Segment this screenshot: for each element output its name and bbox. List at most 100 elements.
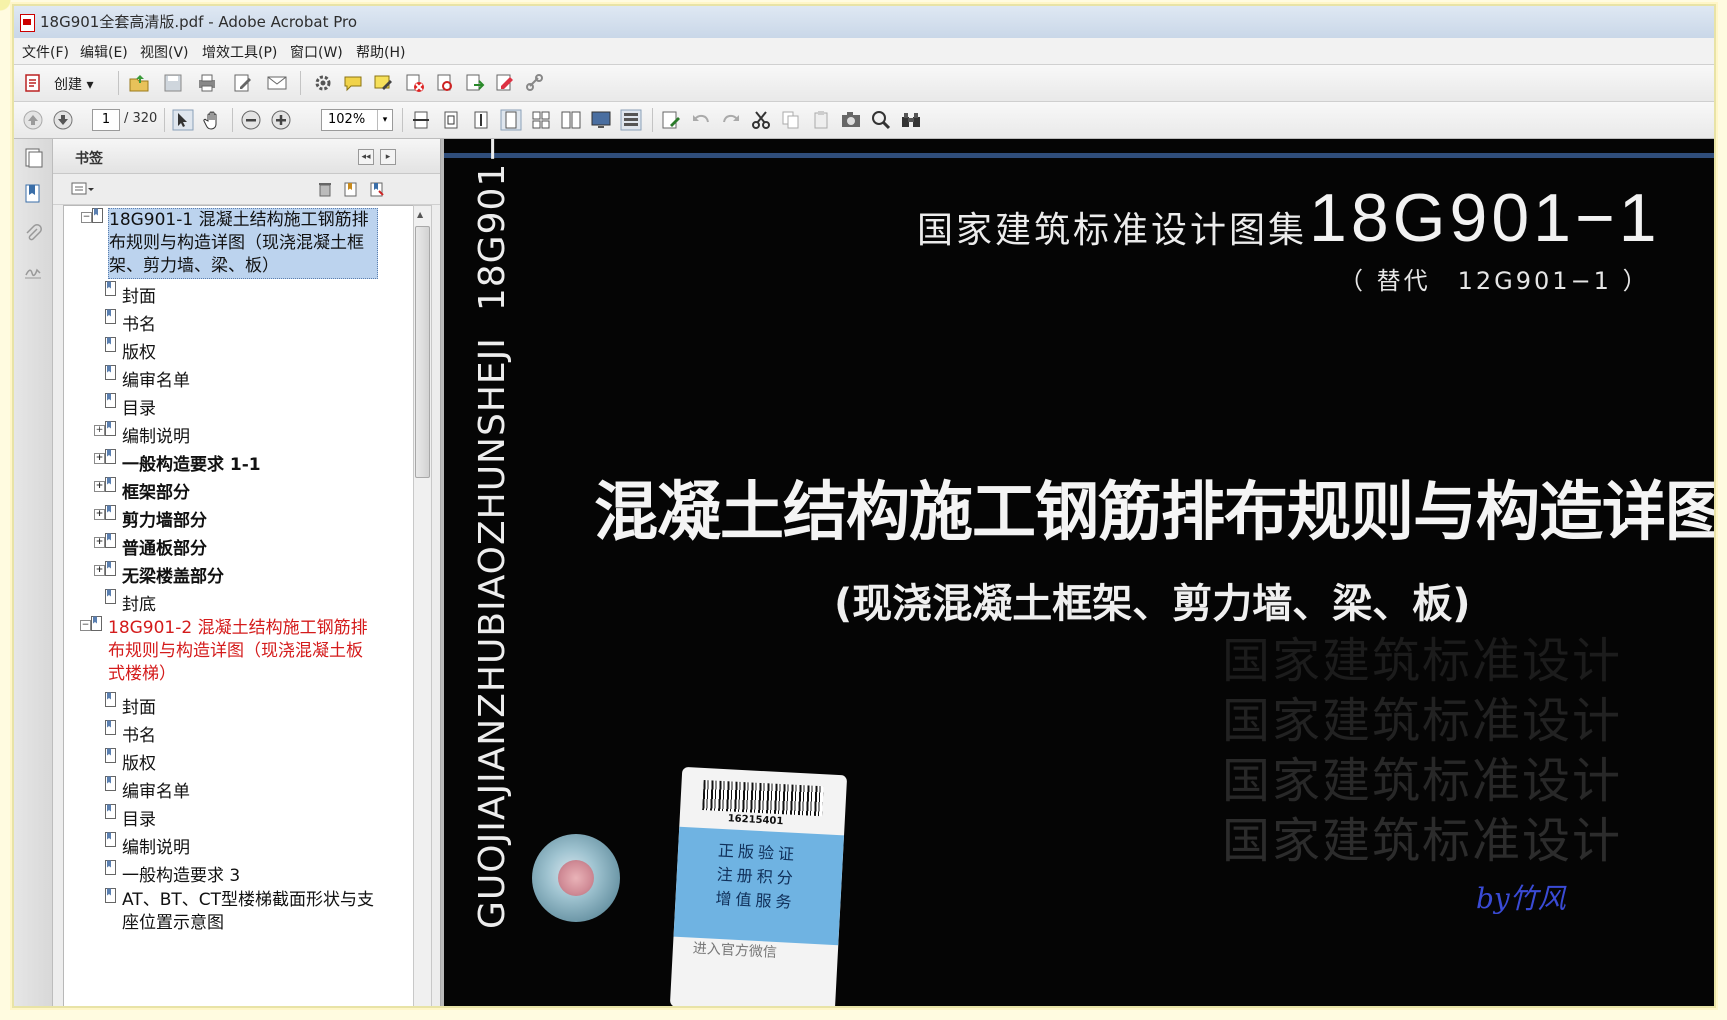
select-tool-button[interactable] <box>172 109 194 131</box>
menu-window[interactable]: 窗口(W) <box>290 42 343 62</box>
bookmark-icon <box>105 692 116 707</box>
previous-page-button[interactable] <box>22 109 44 131</box>
document-viewport[interactable]: 国家建筑标准设计图集 18G901−1 （ 替代 12G901−1 ） GUOJ… <box>441 139 1714 1006</box>
hand-tool-button[interactable] <box>202 109 224 131</box>
authenticity-sticker: 16215401 正版验证 注册积分 增值服务 进入官方微信 <box>669 766 848 1006</box>
bookmarks-scrollbar[interactable]: ▲ <box>413 205 432 1006</box>
bookmark-item[interactable]: 版权 <box>105 748 156 774</box>
menu-plugins[interactable]: 增效工具(P) <box>202 42 277 62</box>
advanced-search-button[interactable] <box>900 109 922 131</box>
fit-page-button[interactable] <box>440 109 462 131</box>
bookmark-icon <box>105 860 116 875</box>
bookmark-item[interactable]: AT、BT、CT型楼梯截面形状与支座位置示意图 <box>105 888 382 935</box>
bookmark-item[interactable]: 封面 <box>105 281 156 307</box>
delete-pages-button[interactable] <box>404 72 426 94</box>
bookmark-item[interactable]: + 框架部分 <box>94 477 190 503</box>
bookmark-item[interactable]: 目录 <box>105 804 156 830</box>
main-toolbar: 创建 ▾ <box>14 65 1714 102</box>
redo-button[interactable] <box>720 109 742 131</box>
open-folder-button[interactable] <box>128 72 150 94</box>
print-button[interactable] <box>196 72 218 94</box>
bookmark-item[interactable]: − 18G901-2 混凝土结构施工钢筋排布规则与构造详图（现浇混凝土板式楼梯） <box>80 616 376 686</box>
reading-mode-button[interactable] <box>620 109 642 131</box>
menu-view[interactable]: 视图(V) <box>140 42 189 62</box>
bookmark-item[interactable]: + 编制说明 <box>94 421 190 447</box>
two-page-button[interactable] <box>560 109 582 131</box>
cut-button[interactable] <box>750 109 772 131</box>
snapshot-button[interactable] <box>840 109 862 131</box>
trash-icon[interactable] <box>317 181 333 197</box>
toolbar-separator <box>118 71 119 95</box>
menu-file[interactable]: 文件(F) <box>22 42 69 62</box>
bookmarks-icon[interactable] <box>23 183 43 205</box>
bookmark-item[interactable]: + 剪力墙部分 <box>94 505 207 531</box>
expand-toggle[interactable]: + <box>94 453 105 464</box>
next-page-button[interactable] <box>52 109 74 131</box>
collapse-toggle[interactable]: − <box>80 620 91 631</box>
scrollbar-thumb[interactable] <box>415 226 430 478</box>
bookmark-item[interactable]: 编制说明 <box>105 832 190 858</box>
page-thumbnails-icon[interactable] <box>23 147 43 169</box>
undo-button[interactable] <box>690 109 712 131</box>
bookmark-icon <box>105 393 116 408</box>
export-button[interactable] <box>464 72 486 94</box>
bookmark-item[interactable]: 目录 <box>105 393 156 419</box>
hand-icon <box>203 111 217 130</box>
single-page-button[interactable] <box>500 109 522 131</box>
bookmark-item[interactable]: 封面 <box>105 692 156 718</box>
options-menu-icon[interactable] <box>71 181 95 197</box>
scroll-up-icon[interactable]: ▲ <box>417 210 423 219</box>
expand-toggle[interactable]: + <box>94 509 105 520</box>
bookmark-label: 版权 <box>122 754 156 774</box>
watermark-line: 国家建筑标准设计 <box>1222 813 1623 869</box>
navigation-toolbar: 1 / 320 102% ▾ <box>14 102 1714 219</box>
highlight-button[interactable] <box>372 72 394 94</box>
find-button[interactable] <box>870 109 892 131</box>
email-button[interactable] <box>266 72 288 94</box>
bookmark-item[interactable]: 封底 <box>105 589 156 615</box>
fit-visible-button[interactable] <box>470 109 492 131</box>
signatures-icon[interactable] <box>23 259 43 281</box>
bookmark-item[interactable]: 书名 <box>105 720 156 746</box>
fit-width-button[interactable] <box>410 109 432 131</box>
sign-button[interactable] <box>494 72 516 94</box>
zoom-out-button[interactable] <box>240 109 262 131</box>
attachments-icon[interactable] <box>23 223 43 245</box>
collapse-toggle[interactable]: − <box>81 212 92 223</box>
page-number-input[interactable]: 1 <box>92 109 120 131</box>
bookmark-item[interactable]: 书名 <box>105 309 156 335</box>
bookmark-item[interactable]: + 无梁楼盖部分 <box>94 561 224 587</box>
link-button[interactable] <box>524 72 546 94</box>
page-properties-button[interactable] <box>434 72 456 94</box>
paste-button[interactable] <box>810 109 832 131</box>
bookmark-item[interactable]: 一般构造要求 3 <box>105 860 240 886</box>
collapse-panel-button[interactable]: ◂◂ <box>358 149 374 165</box>
zoom-in-button[interactable] <box>270 109 292 131</box>
bookmark-item[interactable]: 版权 <box>105 337 156 363</box>
expand-panel-button[interactable]: ▸ <box>380 149 396 165</box>
save-button[interactable] <box>162 72 184 94</box>
continuous-button[interactable] <box>530 109 552 131</box>
expand-toggle[interactable]: + <box>94 481 105 492</box>
text-edit-button[interactable] <box>660 109 682 131</box>
copy-button[interactable] <box>780 109 802 131</box>
bookmark-item[interactable]: + 一般构造要求 1-1 <box>94 449 261 475</box>
edit-document-button[interactable] <box>232 72 254 94</box>
zoom-select[interactable]: 102% ▾ <box>321 109 393 131</box>
chevron-down-icon[interactable]: ▾ <box>377 110 392 130</box>
bookmark-label: 封面 <box>122 698 156 718</box>
settings-button[interactable] <box>312 72 334 94</box>
bookmark-options-icon[interactable] <box>369 181 385 197</box>
expand-toggle[interactable]: + <box>94 425 105 436</box>
bookmark-item[interactable]: 编审名单 <box>105 776 190 802</box>
bookmark-item[interactable]: 编审名单 <box>105 365 190 391</box>
full-screen-button[interactable] <box>590 109 612 131</box>
bookmark-item[interactable]: + 普通板部分 <box>94 533 207 559</box>
menu-help[interactable]: 帮助(H) <box>356 42 405 62</box>
bookmark-item[interactable]: − 18G901-1 混凝土结构施工钢筋排布规则与构造详图（现浇混凝土框架、剪力… <box>81 208 378 279</box>
comment-button[interactable] <box>342 72 364 94</box>
expand-toggle[interactable]: + <box>94 537 105 548</box>
expand-toggle[interactable]: + <box>94 565 105 576</box>
menu-edit[interactable]: 编辑(E) <box>80 42 128 62</box>
new-bookmark-icon[interactable] <box>343 181 359 197</box>
